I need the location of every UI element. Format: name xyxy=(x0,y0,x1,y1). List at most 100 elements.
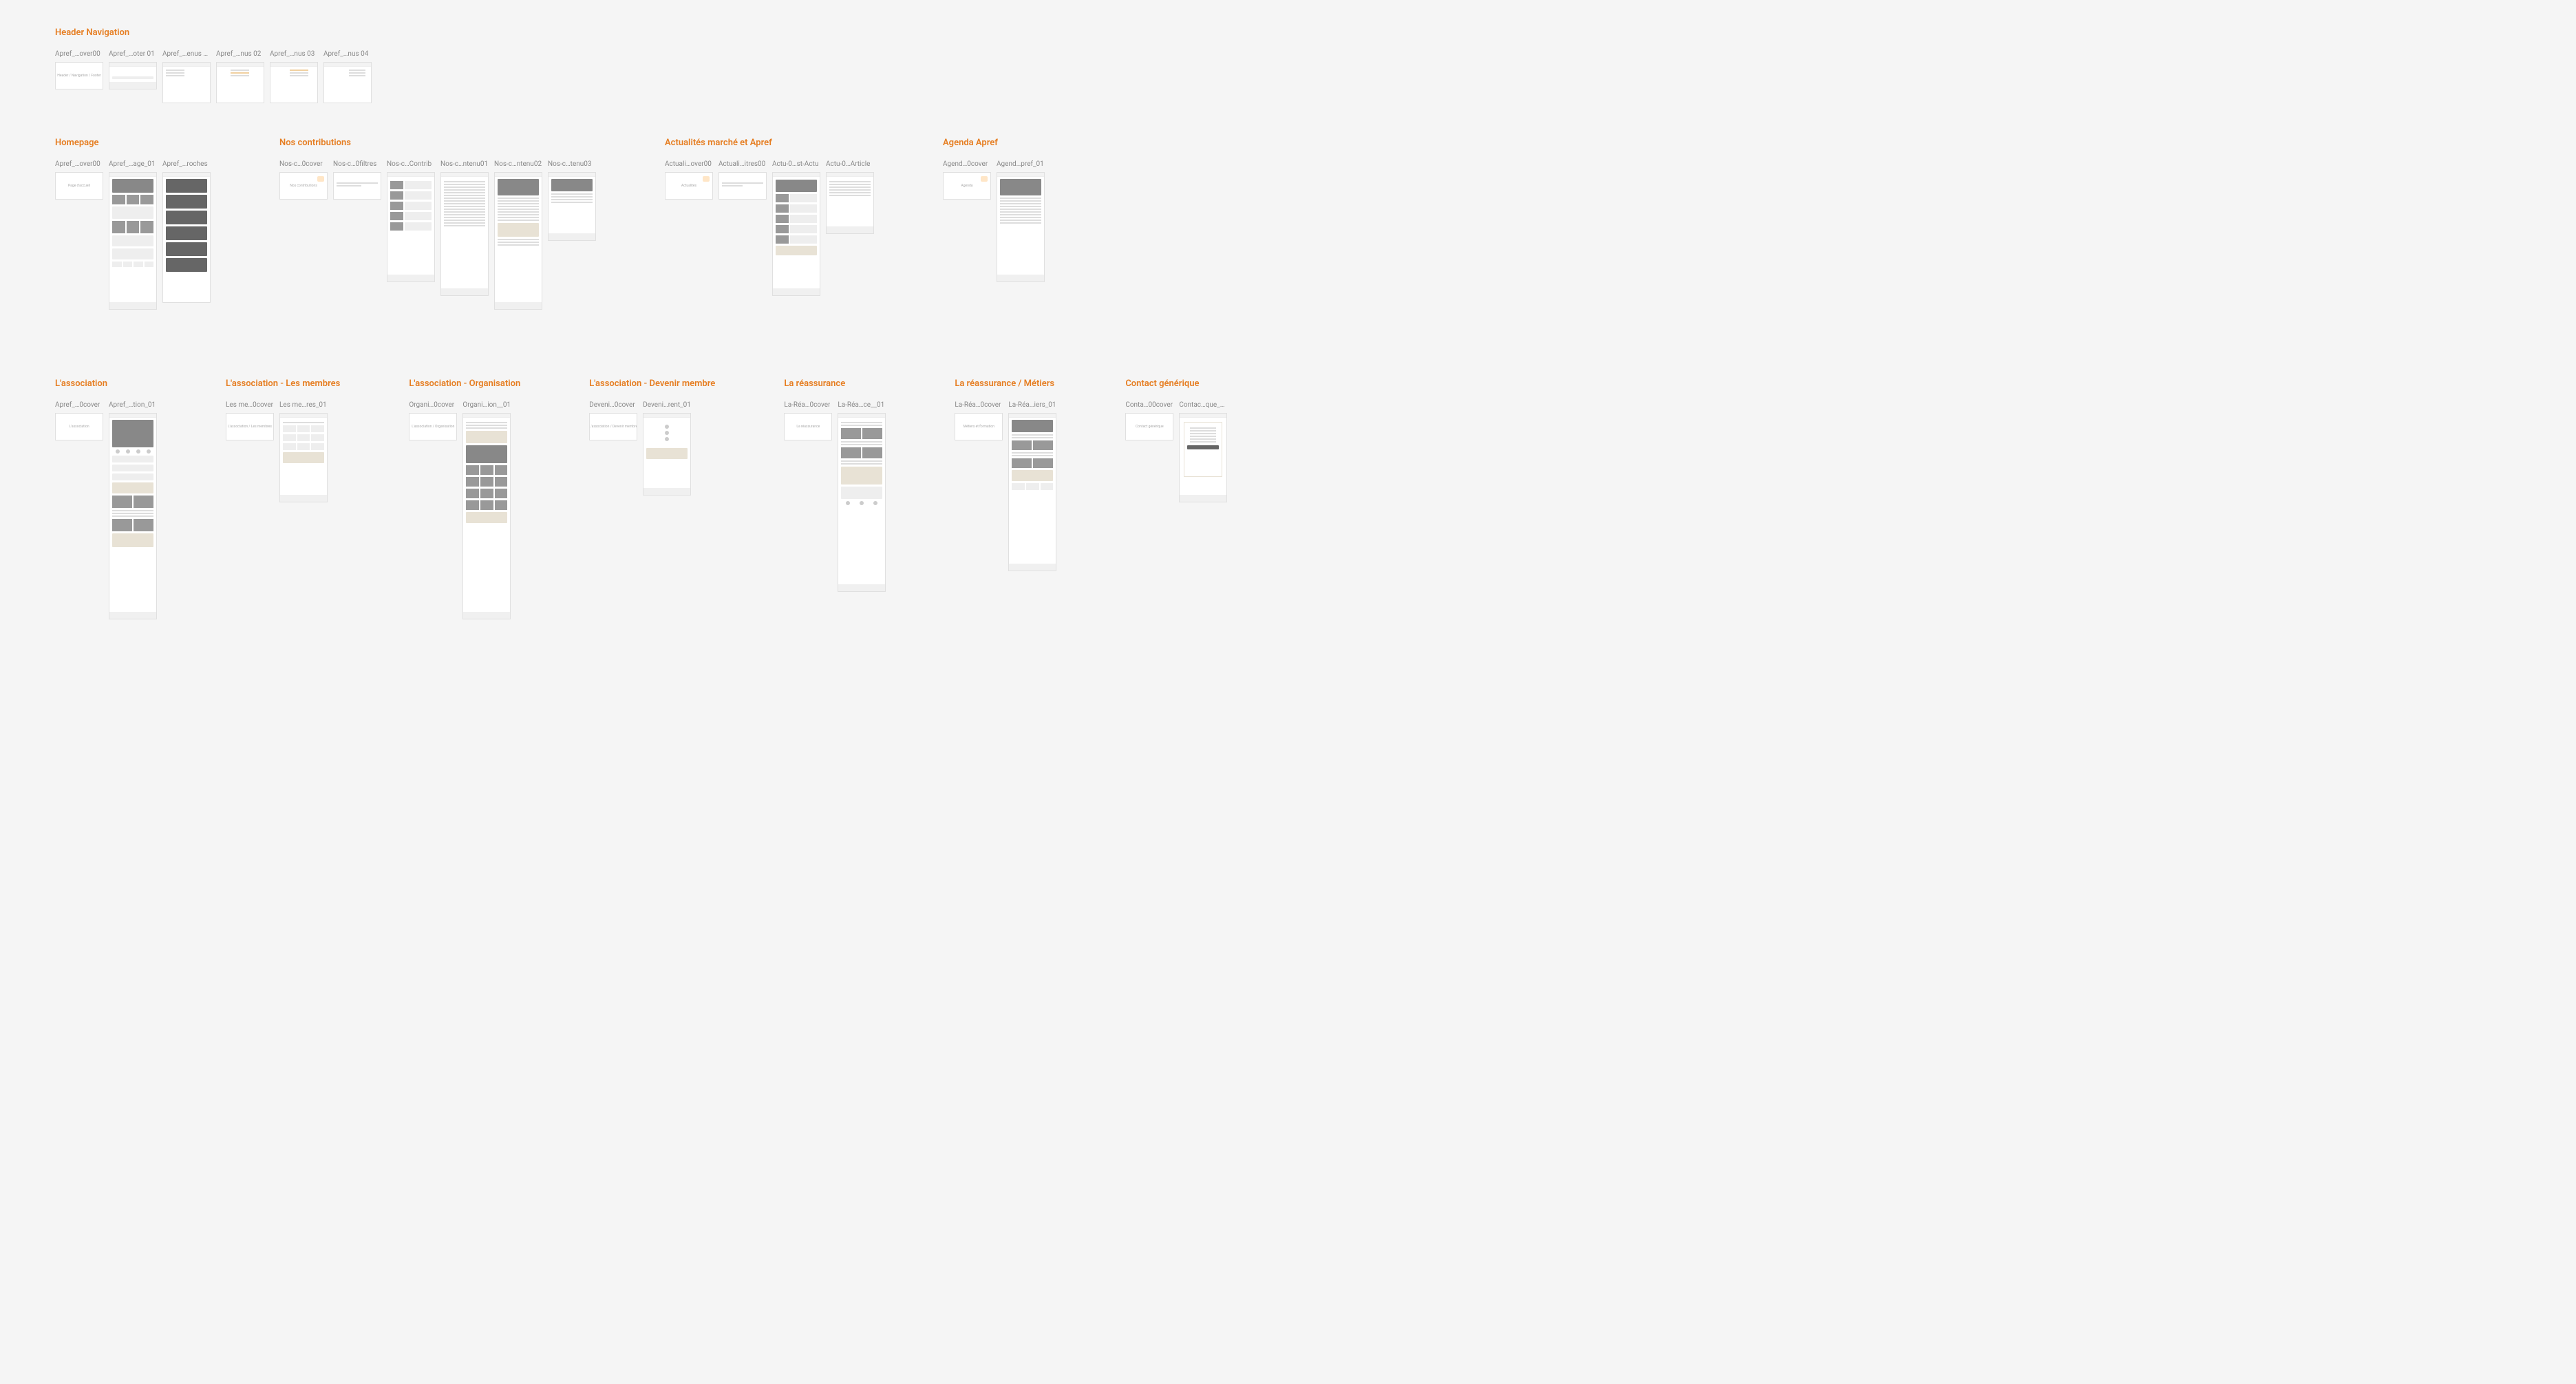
frame-label: Apref_…roches xyxy=(162,160,208,168)
frames-row: Organi…0cover L'association / Organisati… xyxy=(409,401,520,619)
section-reassurance-metiers: La réassurance / Métiers La-Réa…0cover M… xyxy=(955,379,1056,619)
frame-label: Apref_…nus 03 xyxy=(270,50,315,58)
frame-thumbnail[interactable] xyxy=(997,172,1045,282)
frame-label: Apref_…nus 02 xyxy=(216,50,261,58)
frame: Deveni…0cover L'association / Devenir me… xyxy=(589,401,637,440)
section-contact: Contact générique Conta…00cover Contact … xyxy=(1125,379,1227,619)
frame-thumbnail[interactable] xyxy=(162,62,211,103)
frame-label: Agend…pref_01 xyxy=(997,160,1044,168)
frame-thumbnail[interactable] xyxy=(216,62,264,103)
group-title: La réassurance xyxy=(784,379,886,389)
frame-thumbnail[interactable]: L'association xyxy=(55,413,103,440)
frame-label: Organi…0cover xyxy=(409,401,454,409)
frame-label: Apref_…0cover xyxy=(55,401,100,409)
frame-label: Nos-c…ntenu01 xyxy=(440,160,488,168)
frame-thumbnail[interactable] xyxy=(162,172,211,303)
frame-thumbnail[interactable] xyxy=(826,172,874,234)
frames-row: Nos-c…0cover Nos contributions Nos-c…0fi… xyxy=(279,160,596,310)
frame-label: Actu-0…st-Actu xyxy=(772,160,818,168)
frame: Apref_…nus 04 xyxy=(323,50,372,103)
frames-row: Actuali…over00 Actualités Actuali…itres0… xyxy=(665,160,874,296)
frame: Les me…0cover L'association / Les membre… xyxy=(226,401,274,440)
frame-label: Nos-c…Contrib xyxy=(387,160,432,168)
frame-thumbnail[interactable] xyxy=(1179,413,1227,502)
frame-thumbnail[interactable] xyxy=(643,413,691,496)
frame-label: Apref_…tion_01 xyxy=(109,401,156,409)
section-association: L'association Apref_…0cover L'associatio… xyxy=(55,379,157,619)
frame-thumbnail[interactable]: Contact générique xyxy=(1125,413,1173,440)
frame-label: Nos-c…tenu03 xyxy=(548,160,592,168)
frame: La-Réa…ce__01 xyxy=(838,401,886,592)
frame-thumbnail[interactable]: L'association / Les membres xyxy=(226,413,274,440)
frame: Actu-0…Article xyxy=(826,160,874,234)
frame-label: Deveni…rent_01 xyxy=(643,401,691,409)
frame-label: La-Réa…0cover xyxy=(784,401,830,409)
frame-label: Contac…que_01 xyxy=(1179,401,1227,409)
frame-thumbnail[interactable]: La réassurance xyxy=(784,413,832,440)
frame-thumbnail[interactable] xyxy=(333,172,381,200)
frame: Actu-0…st-Actu xyxy=(772,160,820,296)
group-title: Nos contributions xyxy=(279,138,596,148)
frame-label: Les me…0cover xyxy=(226,401,273,409)
frame-thumbnail[interactable] xyxy=(548,172,596,241)
group-title: L'association - Organisation xyxy=(409,379,520,389)
frame-thumbnail[interactable] xyxy=(109,62,157,89)
frame-thumbnail[interactable] xyxy=(838,413,886,592)
frame-thumbnail[interactable] xyxy=(772,172,820,296)
frame-thumbnail[interactable] xyxy=(494,172,542,310)
frame: Actuali…over00 Actualités xyxy=(665,160,713,200)
group-title: Agenda Apref xyxy=(943,138,1045,148)
frame: Nos-c…Contrib xyxy=(387,160,435,282)
frame: Agend…pref_01 xyxy=(997,160,1045,282)
frame-thumbnail[interactable]: Header / Navigation / Footer xyxy=(55,62,103,89)
frame: Apref_…over00 Header / Navigation / Foot… xyxy=(55,50,103,89)
frame-thumbnail[interactable]: Agenda xyxy=(943,172,991,200)
frame-thumbnail[interactable]: L'association / Organisation xyxy=(409,413,457,440)
frame: Apref_…over00 Page d'accueil xyxy=(55,160,103,200)
frame-thumbnail[interactable] xyxy=(109,413,157,619)
frame: Apref_…oter 01 xyxy=(109,50,157,89)
frame: Apref_…enus 01 xyxy=(162,50,211,103)
frame: Nos-c…tenu03 xyxy=(548,160,596,241)
frame-thumbnail[interactable] xyxy=(323,62,372,103)
frame-label: Actuali…itres00 xyxy=(718,160,765,168)
frame-label: La-Réa…iers_01 xyxy=(1008,401,1056,409)
frame-thumbnail[interactable] xyxy=(270,62,318,103)
frame-label: Apref_…nus 04 xyxy=(323,50,368,58)
group-title: Header Navigation xyxy=(55,28,2521,38)
frame-thumbnail[interactable]: Nos contributions xyxy=(279,172,328,200)
frames-row: Conta…00cover Contact générique Contac…q… xyxy=(1125,401,1227,502)
frame-label: Actuali…over00 xyxy=(665,160,712,168)
frame: Agend…0cover Agenda xyxy=(943,160,991,200)
frame-label: Nos-c…ntenu02 xyxy=(494,160,542,168)
frame-thumbnail[interactable] xyxy=(387,172,435,282)
group-title: L'association - Devenir membre xyxy=(589,379,715,389)
frame: Nos-c…ntenu01 xyxy=(440,160,489,296)
frame-label: Nos-c…0filtres xyxy=(333,160,376,168)
frame-thumbnail[interactable]: Actualités xyxy=(665,172,713,200)
frame-thumbnail[interactable] xyxy=(440,172,489,296)
frame-thumbnail[interactable] xyxy=(109,172,157,310)
frames-row: Agend…0cover Agenda Agend…pref_01 xyxy=(943,160,1045,282)
frame: Actuali…itres00 xyxy=(718,160,767,200)
frame: Deveni…rent_01 xyxy=(643,401,691,496)
frame-label: Apref_…enus 01 xyxy=(162,50,211,58)
frame: Conta…00cover Contact générique xyxy=(1125,401,1173,440)
frames-row: Les me…0cover L'association / Les membre… xyxy=(226,401,340,502)
frame: Nos-c…0filtres xyxy=(333,160,381,200)
section-association-membres: L'association - Les membres Les me…0cove… xyxy=(226,379,340,619)
frame: Les me…res_01 xyxy=(279,401,328,502)
frame-thumbnail[interactable]: Page d'accueil xyxy=(55,172,103,200)
frame-thumbnail[interactable] xyxy=(462,413,511,619)
frame-label: Organi…ion__01 xyxy=(462,401,511,409)
section-association-devenir: L'association - Devenir membre Deveni…0c… xyxy=(589,379,715,619)
frame-thumbnail[interactable]: L'association / Devenir membre xyxy=(589,413,637,440)
frame-label: Apref_…oter 01 xyxy=(109,50,155,58)
frames-row: La-Réa…0cover La réassurance La-Réa…ce__… xyxy=(784,401,886,592)
frame-thumbnail[interactable]: Métiers et formation xyxy=(955,413,1003,440)
frame-thumbnail[interactable] xyxy=(279,413,328,502)
frame-thumbnail[interactable] xyxy=(718,172,767,200)
frame-label: Les me…res_01 xyxy=(279,401,327,409)
frames-row: La-Réa…0cover Métiers et formation La-Ré… xyxy=(955,401,1056,571)
frame-thumbnail[interactable] xyxy=(1008,413,1056,571)
